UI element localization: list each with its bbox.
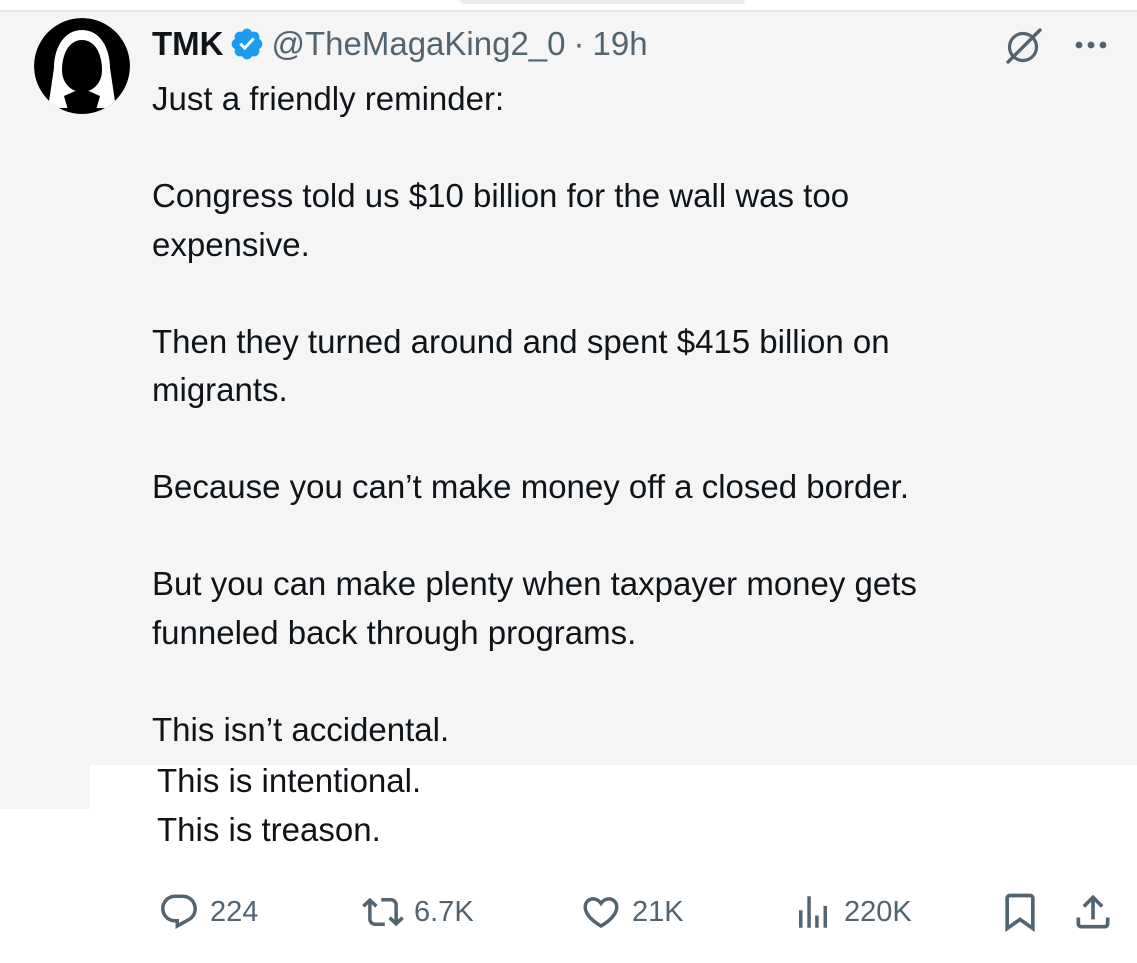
screenshot-page: TMK @TheMagaKing2_0 · 19h Just a friendl… [0, 0, 1137, 963]
tweet-action-bar: 224 6.7K 21K 220K [0, 888, 1137, 936]
tweet-line-intentional: This is intentional. [157, 762, 422, 799]
reply-count: 224 [210, 895, 259, 928]
more-icon[interactable] [1071, 30, 1111, 60]
tweet-line-treason: This is treason. [157, 810, 381, 848]
avatar[interactable] [34, 18, 130, 114]
bookmark-icon [1005, 893, 1035, 933]
reply-icon [161, 894, 197, 929]
views-button[interactable]: 220K [792, 888, 912, 936]
repost-count: 6.7K [414, 895, 474, 928]
verified-badge-icon[interactable] [229, 26, 265, 62]
share-button[interactable] [1071, 888, 1115, 936]
tweet-paragraph-6: This isn’t accidental. [152, 710, 450, 748]
header-separator: · [573, 25, 585, 62]
top-edge-tab [460, 0, 745, 4]
author-name[interactable]: TMK [152, 25, 223, 63]
reply-button[interactable]: 224 [158, 888, 258, 936]
tweet-text-continued: This is intentional. This is treason. [157, 757, 421, 854]
views-icon [799, 896, 827, 928]
share-icon [1076, 894, 1110, 929]
tweet-paragraph-5: But you can make plenty when taxpayer mo… [152, 565, 917, 651]
tweet-header: TMK @TheMagaKing2_0 · 19h [152, 22, 648, 66]
repost-icon [362, 897, 404, 927]
tweet-paragraph-3: Then they turned around and spent $415 b… [152, 322, 890, 409]
like-button[interactable]: 21K [580, 888, 684, 936]
tweet-card-background-lower [0, 765, 90, 809]
like-count: 21K [632, 895, 684, 928]
author-handle[interactable]: @TheMagaKing2_0 [271, 25, 565, 63]
grok-icon[interactable] [1000, 24, 1046, 68]
tweet-timestamp[interactable]: 19h [593, 25, 648, 63]
heart-icon [583, 897, 619, 929]
tweet-paragraph-2: Congress told us $10 billion for the wal… [152, 177, 850, 263]
tweet-text: Just a friendly reminder: Congress told … [152, 75, 1092, 754]
repost-button[interactable]: 6.7K [362, 888, 474, 936]
tweet-paragraph-4: Because you can’t make money off a close… [152, 468, 910, 505]
hooded-figure-avatar-icon [34, 18, 130, 114]
views-count: 220K [844, 895, 912, 928]
tweet-paragraph-1: Just a friendly reminder: [152, 80, 505, 117]
bookmark-button[interactable] [998, 888, 1042, 936]
